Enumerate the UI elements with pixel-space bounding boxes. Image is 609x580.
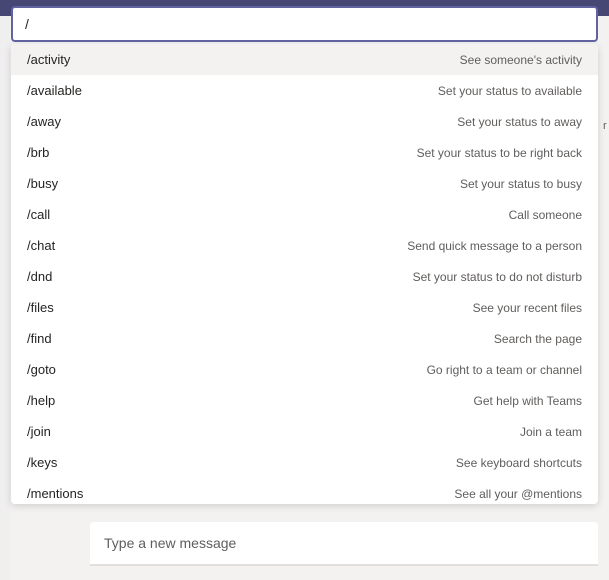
command-name: /mentions [27,486,83,501]
command-name: /dnd [27,269,52,284]
command-description: Send quick message to a person [407,239,582,253]
left-rail-fragment [0,16,10,580]
command-name: /help [27,393,55,408]
command-name: /available [27,83,82,98]
command-description: Set your status to available [438,84,582,98]
command-description: Set your status to away [457,115,582,129]
command-bar [11,6,598,42]
command-item[interactable]: /mentions See all your @mentions [11,478,598,504]
command-name: /brb [27,145,49,160]
command-item[interactable]: /away Set your status to away [11,106,598,137]
command-description: Set your status to busy [460,177,582,191]
command-description: See your recent files [473,301,582,315]
command-item[interactable]: /goto Go right to a team or channel [11,354,598,385]
command-description: Call someone [509,208,582,222]
command-item[interactable]: /join Join a team [11,416,598,447]
command-item[interactable]: /find Search the page [11,323,598,354]
command-item[interactable]: /busy Set your status to busy [11,168,598,199]
command-item[interactable]: /available Set your status to available [11,75,598,106]
command-name: /activity [27,52,70,67]
command-description: Set your status to do not disturb [413,270,582,284]
command-description: Join a team [520,425,582,439]
command-input[interactable] [11,6,598,42]
truncated-char: r [603,120,609,132]
command-item[interactable]: /activity See someone's activity [11,44,598,75]
command-suggestions-dropdown: /activity See someone's activity/availabl… [11,44,598,504]
command-item[interactable]: /keys See keyboard shortcuts [11,447,598,478]
command-item[interactable]: /chat Send quick message to a person [11,230,598,261]
command-description: Search the page [494,332,582,346]
command-item[interactable]: /files See your recent files [11,292,598,323]
command-description: See all your @mentions [454,487,582,501]
command-item[interactable]: /brb Set your status to be right back [11,137,598,168]
command-name: /away [27,114,61,129]
command-name: /keys [27,455,57,470]
message-composer [90,522,598,566]
command-name: /call [27,207,50,222]
command-name: /find [27,331,52,346]
command-name: /join [27,424,51,439]
command-item[interactable]: /help Get help with Teams [11,385,598,416]
command-description: See keyboard shortcuts [456,456,582,470]
message-input[interactable] [90,522,598,566]
command-item[interactable]: /dnd Set your status to do not disturb [11,261,598,292]
command-description: Set your status to be right back [417,146,582,160]
command-name: /goto [27,362,56,377]
command-name: /busy [27,176,58,191]
command-name: /files [27,300,54,315]
command-item[interactable]: /call Call someone [11,199,598,230]
command-description: Go right to a team or channel [427,363,582,377]
command-description: Get help with Teams [474,394,583,408]
command-description: See someone's activity [460,53,582,67]
command-name: /chat [27,238,55,253]
